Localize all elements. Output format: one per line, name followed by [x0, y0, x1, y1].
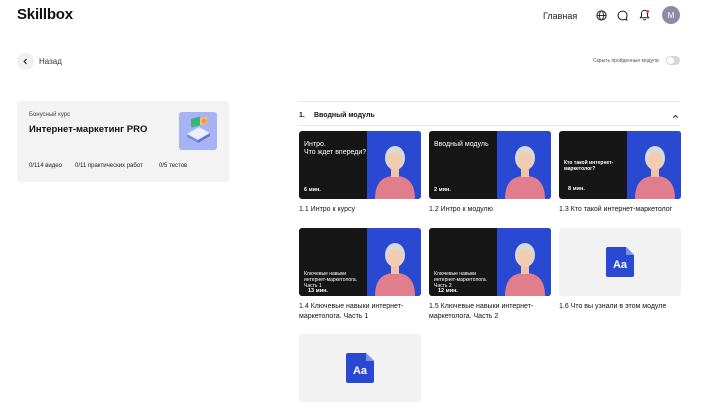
skillbox-logo[interactable]: Skillbox	[17, 6, 73, 23]
thumbnail-title: Кто такой интернет-маркетолог?	[564, 160, 614, 172]
lesson-card[interactable]: Aa 1.6 Что вы узнали в этом модуле	[559, 228, 681, 312]
lesson-thumbnail[interactable]: Aa	[559, 228, 681, 296]
chevron-up-icon[interactable]	[672, 113, 679, 120]
course-card: Бонусный курс Интернет-маркетинг PRO 0/1…	[17, 101, 229, 182]
thumbnail-title: Вводный модуль	[434, 141, 489, 148]
lesson-title[interactable]: 1.1 Интро к курсу	[299, 205, 421, 215]
module-number[interactable]: 1.	[299, 112, 305, 119]
duration-badge: 8 мин.	[568, 186, 585, 192]
module-title[interactable]: Вводный модуль	[314, 112, 375, 119]
lesson-thumbnail[interactable]: Ключевые навыки интернет-маркетолога. Ча…	[299, 228, 421, 296]
lesson-title[interactable]: 1.3 Кто такой интернет-маркетолог	[559, 205, 681, 215]
icon-text: Aa	[613, 259, 628, 271]
lesson-card[interactable]: Aa	[299, 334, 421, 402]
chat-icon[interactable]	[615, 8, 629, 22]
works-progress: 0/11 практических работ	[75, 163, 143, 169]
lesson-title[interactable]: 1.2 Интро к модулю	[429, 205, 551, 215]
lesson-thumbnail[interactable]: Ключевые навыки интернет-маркетолога. Ча…	[429, 228, 551, 296]
duration-badge: 2 мин.	[434, 187, 451, 193]
back-label[interactable]: Назад	[39, 57, 62, 66]
lesson-title[interactable]: 1.5 Ключевые навыки интернет-маркетолога…	[429, 302, 551, 322]
duration-badge: 13 мин.	[308, 288, 328, 294]
nav-home-link[interactable]: Главная	[543, 11, 577, 21]
duration-badge: 12 мин.	[438, 288, 458, 294]
lesson-title[interactable]: 1.4 Ключевые навыки интернет-маркетолога…	[299, 302, 421, 322]
lesson-thumbnail[interactable]: Aa	[299, 334, 421, 402]
lesson-card[interactable]: Интро. Что ждет впереди? 6 мин. 1.1 Интр…	[299, 131, 421, 215]
lesson-thumbnail[interactable]: Интро. Что ждет впереди? 6 мин.	[299, 131, 421, 199]
thumbnail-title: Интро.	[304, 141, 326, 148]
avito-watermark: Avito	[612, 371, 669, 396]
thumbnail-title: Ключевые навыки интернет-маркетолога. Ча…	[304, 271, 358, 289]
presenter-image	[375, 146, 415, 199]
duration-badge: 6 мин.	[304, 187, 321, 193]
course-title: Интернет-маркетинг PRO	[29, 124, 148, 135]
presenter-image	[505, 146, 545, 199]
thumbnail-title: Ключевые навыки интернет-маркетолога. Ча…	[434, 271, 488, 289]
hide-completed-label: Скрыть пройденные модули	[593, 58, 659, 64]
lesson-thumbnail[interactable]: Кто такой интернет-маркетолог? 8 мин.	[559, 131, 681, 199]
thumbnail-subtitle: Что ждет впереди?	[304, 149, 367, 156]
icon-text: Aa	[353, 365, 368, 377]
globe-icon[interactable]	[594, 8, 608, 22]
lesson-card[interactable]: Вводный модуль 2 мин. 1.2 Интро к модулю	[429, 131, 551, 215]
lesson-card[interactable]: Кто такой интернет-маркетолог? 8 мин. 1.…	[559, 131, 681, 215]
avatar[interactable]: M	[662, 6, 680, 24]
lesson-card[interactable]: Ключевые навыки интернет-маркетолога. Ча…	[299, 228, 421, 322]
presenter-image	[375, 243, 415, 296]
presenter-image	[505, 243, 545, 296]
videos-progress: 0/114 видео	[29, 163, 62, 169]
lesson-card[interactable]: Ключевые навыки интернет-маркетолога. Ча…	[429, 228, 551, 322]
bell-icon[interactable]	[637, 8, 651, 22]
tests-progress: 0/5 тестов	[159, 163, 188, 169]
text-document-icon: Aa	[346, 353, 374, 383]
text-document-icon: Aa	[606, 247, 634, 277]
lesson-title[interactable]: 1.6 Что вы узнали в этом модуле	[559, 302, 681, 312]
chevron-left-icon	[23, 58, 27, 65]
divider	[298, 125, 680, 126]
lesson-thumbnail[interactable]: Вводный модуль 2 мин.	[429, 131, 551, 199]
divider	[298, 101, 680, 102]
back-button[interactable]	[17, 53, 34, 70]
presenter-image	[635, 146, 675, 199]
course-illustration	[179, 112, 217, 150]
course-bonus-label: Бонусный курс	[29, 112, 71, 118]
hide-completed-toggle[interactable]	[666, 56, 680, 65]
